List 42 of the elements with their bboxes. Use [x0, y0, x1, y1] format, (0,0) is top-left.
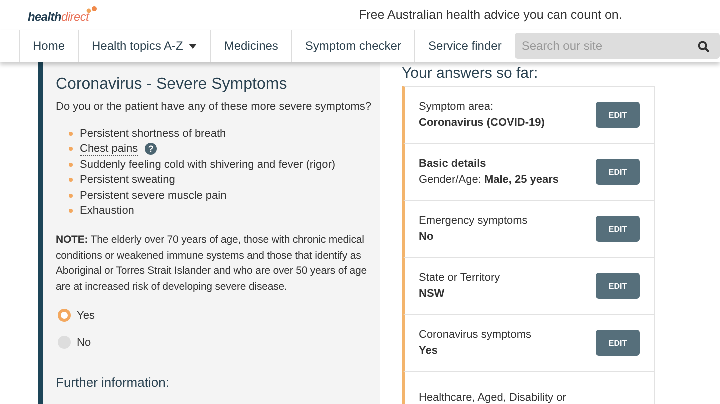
bullet-icon	[69, 132, 73, 136]
question-title: Coronavirus - Severe Symptoms	[56, 76, 288, 94]
symptom-text: Persistent shortness of breath	[80, 128, 226, 140]
note-text: NOTE: The elderly over 70 years of age, those with chronic medical conditions or weakened immune systems and those that identify as Aboriginal or Torres Strait Islander and who are over 50 years of age are at increased risk of developing severe disease.	[56, 233, 368, 294]
bullet-icon	[69, 162, 73, 167]
answer-label: Healthcare, Aged, Disability or	[419, 392, 566, 404]
answer-label: Coronavirus symptoms	[419, 329, 532, 341]
tagline: Free Australian health advice you can count on.	[359, 8, 622, 22]
answers-heading: Your answers so far:	[402, 65, 540, 82]
answer-value: No	[419, 231, 435, 243]
bullet-icon	[69, 178, 73, 182]
answer-value: Yes	[419, 345, 439, 357]
bullet-icon	[69, 147, 73, 152]
question-text: Do you or the patient have any of these more severe symptoms?	[56, 101, 372, 113]
edit-button[interactable]: EDIT	[596, 216, 640, 242]
search-field[interactable]: Search our site	[514, 33, 720, 59]
dots-icon	[86, 6, 98, 14]
edit-button[interactable]: EDIT	[596, 273, 640, 299]
answer-label: Emergency symptoms	[419, 215, 528, 227]
symptom-text: Suddenly feeling cold with shivering and fever (rigor)	[80, 158, 336, 171]
search-icon[interactable]	[698, 41, 710, 53]
logo[interactable]: healthdirect	[28, 10, 90, 24]
symptom-text: Persistent sweating	[80, 174, 176, 186]
edit-button[interactable]: EDIT	[596, 159, 640, 185]
section-heading: Further information:	[56, 375, 170, 390]
edit-button[interactable]: EDIT	[596, 102, 640, 128]
bullet-icon	[69, 209, 73, 214]
edit-button[interactable]: EDIT	[596, 330, 640, 356]
bullet-icon	[69, 194, 73, 198]
answer-label: Symptom area:	[419, 101, 495, 113]
option-label[interactable]: No	[77, 336, 92, 348]
symptom-text: Persistent severe muscle pain	[80, 190, 227, 202]
radio-button[interactable]	[58, 309, 71, 322]
answer-label: State or Territory	[419, 272, 500, 284]
answer-value: Gender/Age: Male, 25 years	[419, 174, 560, 186]
symptom-text[interactable]: Chest pains	[80, 142, 138, 156]
option-label[interactable]: Yes	[77, 310, 95, 322]
answer-label: Basic details	[419, 158, 488, 170]
help-button[interactable]: ?	[145, 143, 158, 156]
answer-value: Coronavirus (COVID-19)	[419, 117, 545, 129]
answer-value: NSW	[419, 288, 446, 300]
symptom-text: Exhaustion	[80, 205, 134, 218]
